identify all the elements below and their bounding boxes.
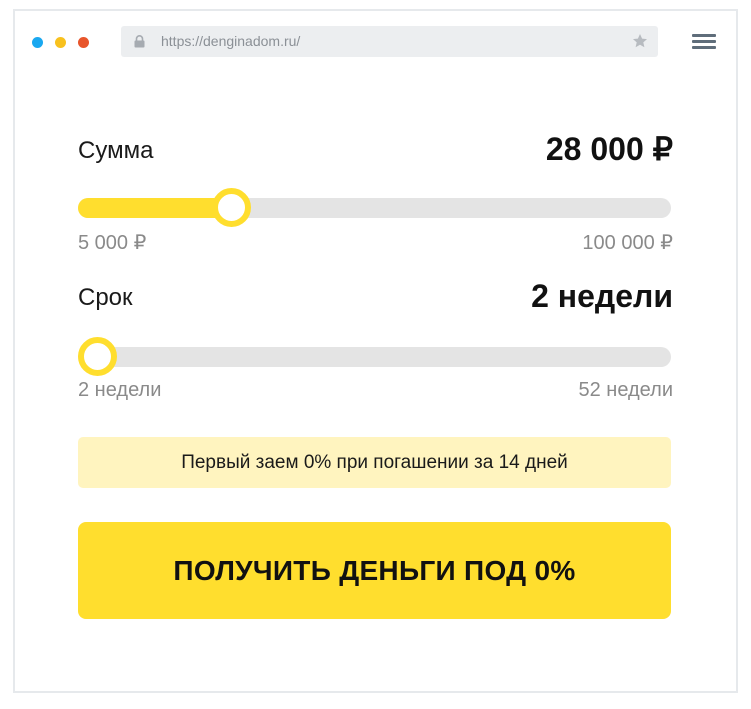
amount-label: Сумма <box>78 137 154 164</box>
menu-icon[interactable] <box>692 34 716 50</box>
promo-banner: Первый заем 0% при погашении за 14 дней <box>78 437 671 488</box>
window-dot-blue <box>32 37 43 48</box>
amount-slider-fill <box>78 198 232 218</box>
amount-value: 28 000 ₽ <box>545 131 673 167</box>
window-dot-yellow <box>55 37 66 48</box>
browser-titlebar: https://denginadom.ru/ <box>15 11 736 71</box>
address-bar[interactable]: https://denginadom.ru/ <box>121 26 658 57</box>
amount-min-label: 5 000 ₽ <box>78 232 147 254</box>
term-label: Срок <box>78 284 133 311</box>
term-slider[interactable] <box>78 347 671 367</box>
amount-slider-thumb[interactable] <box>212 188 252 227</box>
term-max-label: 52 недели <box>578 379 673 401</box>
url-text: https://denginadom.ru/ <box>161 33 301 49</box>
get-money-button[interactable]: ПОЛУЧИТЬ ДЕНЬГИ ПОД 0% <box>78 522 671 619</box>
term-slider-thumb[interactable] <box>78 337 117 376</box>
browser-window: https://denginadom.ru/ Сумма 28 000 ₽ 5 … <box>13 9 738 693</box>
term-min-label: 2 недели <box>78 379 162 401</box>
amount-max-label: 100 000 ₽ <box>582 232 673 254</box>
amount-slider[interactable] <box>78 198 671 218</box>
star-icon[interactable] <box>632 33 648 49</box>
window-dot-red <box>78 37 89 48</box>
lock-icon <box>134 35 145 48</box>
term-value: 2 недели <box>531 278 673 314</box>
